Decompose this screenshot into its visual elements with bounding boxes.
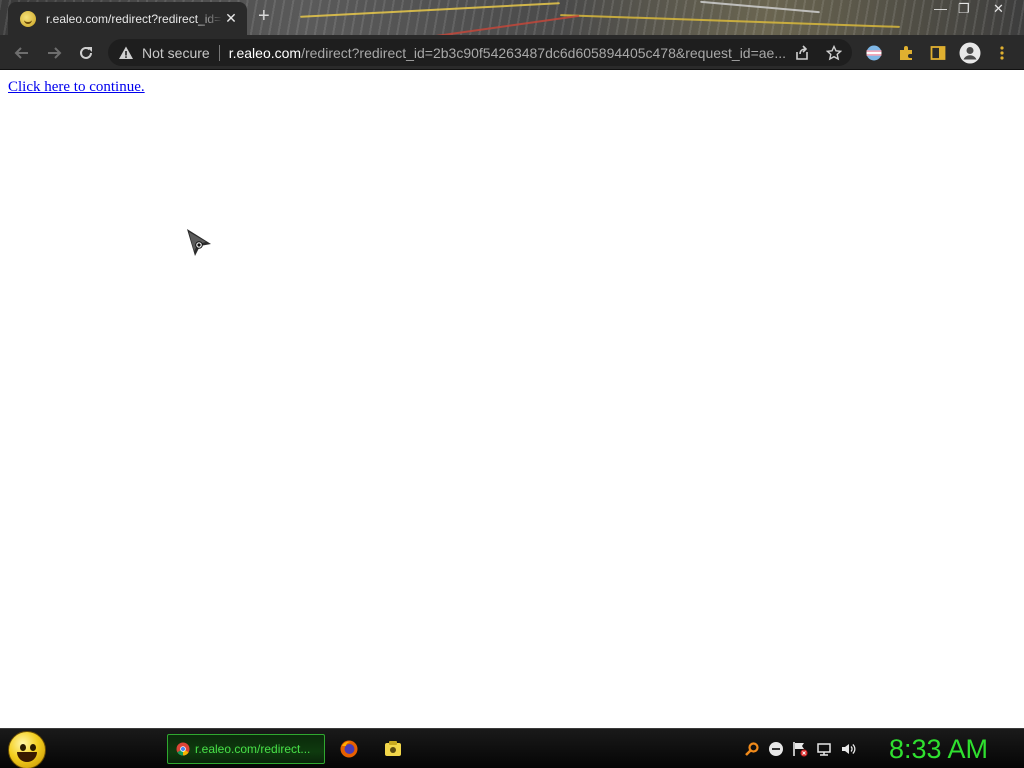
browser-tab-active[interactable]: r.ealeo.com/redirect?redirect_id=2b3c90f…	[8, 2, 247, 35]
minimize-button[interactable]: —	[934, 0, 947, 18]
share-icon[interactable]	[790, 39, 814, 66]
browser-toolbar: Not secure r.ealeo.com/redirect?redirect…	[0, 35, 1024, 70]
firefox-icon[interactable]	[339, 739, 359, 759]
address-bar[interactable]: Not secure r.ealeo.com/redirect?redirect…	[108, 39, 852, 66]
wallpaper-stroke	[560, 14, 900, 28]
web-page-content: Click here to continue.	[0, 71, 1024, 728]
search-icon[interactable]	[744, 741, 760, 757]
volume-icon[interactable]	[840, 741, 856, 757]
wallpaper-stroke	[700, 0, 820, 14]
url-text[interactable]: r.ealeo.com/redirect?redirect_id=2b3c90f…	[229, 45, 785, 61]
extensions-icon[interactable]	[892, 35, 920, 70]
profile-flag-icon[interactable]	[860, 35, 888, 70]
continue-link[interactable]: Click here to continue.	[8, 79, 145, 96]
account-icon[interactable]	[956, 35, 984, 70]
address-divider	[218, 44, 220, 61]
new-tab-button[interactable]: +	[258, 5, 270, 28]
url-path: /redirect?redirect_id=2b3c90f54263487dc6…	[301, 44, 785, 61]
network-icon[interactable]	[816, 741, 832, 757]
tab-title: r.ealeo.com/redirect?redirect_id=2b3c90f…	[46, 11, 223, 26]
menu-icon[interactable]	[988, 35, 1016, 70]
side-panel-icon[interactable]	[924, 35, 952, 70]
taskbar-item-label: r.ealeo.com/redirect...	[195, 742, 311, 756]
security-status-label[interactable]: Not secure	[142, 45, 210, 61]
wallpaper-stroke	[300, 2, 560, 18]
restore-button[interactable]: ❐	[958, 0, 970, 18]
warning-icon[interactable]	[118, 45, 134, 61]
file-manager-icon[interactable]	[383, 739, 403, 759]
wallpaper-stroke	[420, 14, 580, 35]
messenger-icon[interactable]	[768, 741, 784, 757]
mouse-cursor-icon	[187, 229, 211, 256]
browser-title-bar: r.ealeo.com/redirect?redirect_id=2b3c90f…	[0, 0, 1024, 35]
star-icon[interactable]	[822, 39, 846, 66]
forward-icon[interactable]	[40, 35, 68, 70]
smiley-eye	[30, 744, 36, 751]
back-icon[interactable]	[8, 35, 36, 70]
taskbar-clock[interactable]: 8:33 AM	[889, 732, 988, 766]
chrome-icon	[176, 742, 190, 756]
reload-icon[interactable]	[72, 35, 100, 70]
taskbar: r.ealeo.com/redirect... 8:33 AM	[0, 728, 1024, 768]
url-host: r.ealeo.com	[228, 44, 302, 61]
tab-close-icon[interactable]: ✕	[223, 10, 239, 27]
smiley-eye	[20, 744, 26, 751]
action-center-flag-icon[interactable]	[792, 741, 808, 757]
start-smiley-icon[interactable]	[8, 731, 46, 768]
smiley-favicon-icon	[20, 10, 36, 27]
taskbar-item-chrome[interactable]: r.ealeo.com/redirect...	[167, 734, 325, 764]
smiley-mouth	[17, 752, 37, 762]
close-window-button[interactable]: ✕	[993, 0, 1004, 18]
